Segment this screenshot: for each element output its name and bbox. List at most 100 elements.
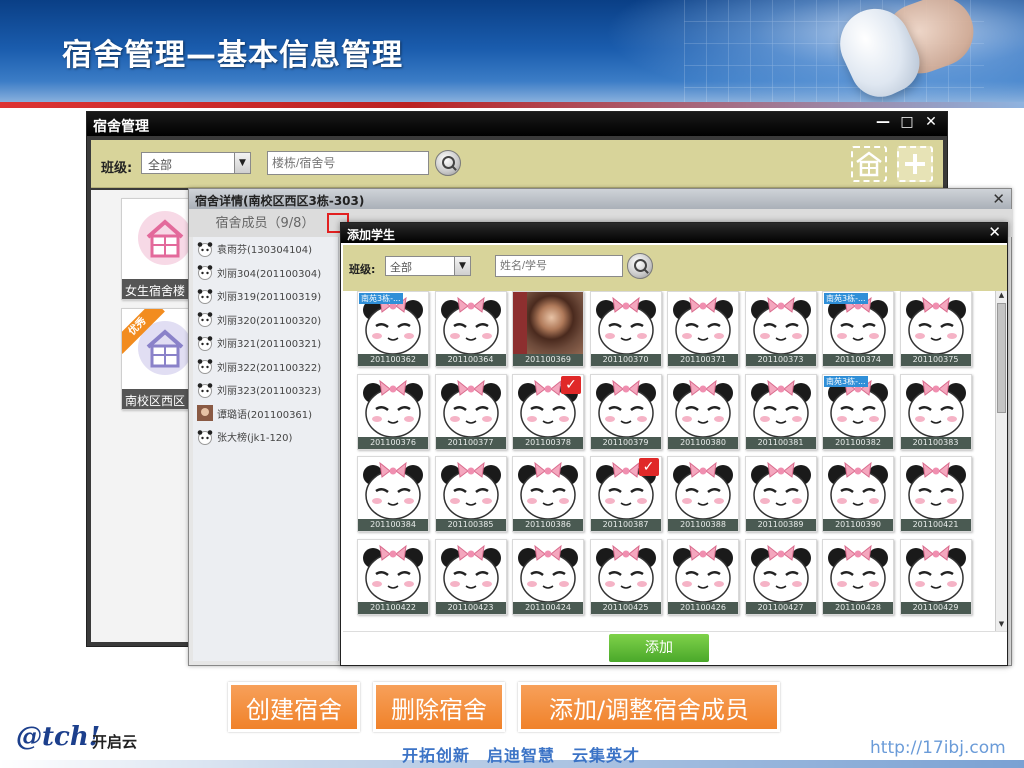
close-icon[interactable]: ✕: [988, 223, 1001, 241]
student-id: 201100427: [745, 601, 816, 614]
student-card[interactable]: 201100386: [512, 456, 584, 532]
grid-scrollbar[interactable]: ▲ ▼: [995, 291, 1007, 631]
student-card[interactable]: 201100387 ✓: [589, 456, 662, 532]
panda-avatar-icon: [673, 461, 733, 520]
student-card[interactable]: 201100379: [589, 373, 662, 450]
student-id: 201100429: [900, 601, 971, 614]
student-id: 201100428: [823, 601, 893, 614]
avatar-icon: [197, 335, 213, 351]
checkmark-icon[interactable]: ✓: [638, 458, 659, 476]
dorm-tag: 南苑3栋-...: [824, 375, 868, 387]
student-card[interactable]: 201100381: [744, 373, 817, 450]
panda-avatar-icon: [750, 461, 811, 520]
close-icon[interactable]: ✕: [992, 190, 1005, 208]
create-dorm-button[interactable]: 创建宿舍: [228, 682, 360, 732]
dorm-tag: 南苑3栋-...: [824, 293, 868, 304]
member-item[interactable]: 刘丽323(201100323): [193, 378, 338, 402]
window-titlebar: 宿舍管理 — □ ✕: [87, 112, 947, 136]
panda-avatar-icon: [595, 379, 656, 438]
student-id: 201100378: [513, 436, 583, 449]
class-select[interactable]: 全部 ▼: [385, 256, 471, 276]
maximize-icon[interactable]: □: [897, 115, 917, 131]
panda-avatar-icon: [750, 544, 811, 603]
minimize-icon[interactable]: —: [873, 115, 893, 131]
student-card[interactable]: 201100425: [589, 538, 662, 615]
student-card[interactable]: 201100375: [899, 291, 972, 367]
adjust-members-button[interactable]: 添加/调整宿舍成员: [518, 682, 780, 732]
student-card[interactable]: 201100377: [434, 373, 507, 450]
student-card[interactable]: 201100371: [667, 291, 739, 367]
student-card[interactable]: 201100382 南苑3栋-...: [822, 373, 894, 450]
student-card[interactable]: 201100427: [744, 538, 817, 615]
building-search-input[interactable]: [267, 151, 429, 175]
student-card[interactable]: 201100370: [589, 291, 662, 367]
member-label: 张大榜(jk1-120): [217, 433, 293, 445]
dorm-tag: 南苑3栋-...: [359, 293, 403, 304]
panda-avatar-icon: [363, 461, 423, 520]
panda-avatar-icon: [440, 544, 501, 603]
search-icon[interactable]: [435, 150, 461, 176]
student-grid: 201100362 南苑3栋-... 201100364 201100369 20110…: [343, 291, 995, 631]
student-card[interactable]: 201100383: [899, 373, 972, 450]
checkmark-icon[interactable]: ✓: [561, 375, 581, 394]
student-card[interactable]: 201100424: [512, 538, 584, 615]
student-id: 201100381: [745, 436, 816, 449]
student-card[interactable]: 201100369: [512, 291, 584, 367]
dorm-building-icon[interactable]: [851, 146, 887, 182]
student-card[interactable]: 201100385: [434, 456, 507, 532]
member-item[interactable]: 刘丽319(201100319): [193, 284, 338, 308]
student-id: 201100369: [513, 354, 583, 366]
student-card[interactable]: 201100428: [822, 538, 894, 615]
panda-avatar-icon: [750, 296, 811, 355]
student-card[interactable]: 201100378 ✓: [512, 373, 584, 450]
student-card[interactable]: 201100376: [357, 373, 429, 450]
avatar-icon: [197, 312, 213, 328]
student-card[interactable]: 201100390: [822, 456, 894, 532]
member-label: 刘丽319(201100319): [217, 292, 322, 304]
close-icon[interactable]: ✕: [921, 115, 941, 131]
member-item[interactable]: 刘丽320(201100320): [193, 308, 338, 332]
search-icon[interactable]: [627, 253, 653, 279]
student-id: 201100374: [823, 354, 893, 366]
student-card[interactable]: 201100373: [744, 291, 817, 367]
student-card[interactable]: 201100421: [899, 456, 972, 532]
tab-members[interactable]: 宿舍成员（9/8）: [195, 211, 335, 237]
student-card[interactable]: 201100380: [667, 373, 739, 450]
student-card[interactable]: 201100388: [667, 456, 739, 532]
student-card[interactable]: 201100429: [899, 538, 972, 615]
banner-stripe: [0, 102, 1024, 108]
member-item[interactable]: 袁雨芬(130304104): [193, 237, 338, 261]
student-card[interactable]: 201100384: [357, 456, 429, 532]
detail-title: 宿舍详情(南校区西区3栋-303): [195, 194, 365, 208]
class-label: 班级:: [349, 263, 376, 276]
member-item[interactable]: 谭璐语(201100361): [193, 402, 338, 426]
student-card[interactable]: 201100364: [434, 291, 507, 367]
student-search-input[interactable]: [495, 255, 623, 277]
member-label: 刘丽323(201100323): [217, 386, 322, 398]
panda-avatar-icon: [595, 296, 656, 355]
panda-avatar-icon: [440, 461, 501, 520]
catch-logo: @tch!: [16, 722, 100, 752]
student-card[interactable]: 201100389: [744, 456, 817, 532]
member-label: 刘丽320(201100320): [217, 315, 322, 327]
student-card[interactable]: 201100423: [434, 538, 507, 615]
member-item[interactable]: 刘丽322(201100322): [193, 355, 338, 379]
member-item[interactable]: 刘丽321(201100321): [193, 331, 338, 355]
scroll-down-icon[interactable]: ▼: [996, 620, 1007, 631]
student-card[interactable]: 201100362 南苑3栋-...: [357, 291, 429, 367]
student-id: 201100371: [668, 354, 738, 366]
member-item[interactable]: 张大榜(jk1-120): [193, 425, 338, 449]
student-card[interactable]: 201100422: [357, 538, 429, 615]
avatar-icon: [197, 265, 213, 281]
panda-avatar-icon: [518, 461, 578, 520]
add-icon[interactable]: [897, 146, 933, 182]
add-button[interactable]: 添加: [609, 634, 709, 662]
student-card[interactable]: 201100374 南苑3栋-...: [822, 291, 894, 367]
member-item[interactable]: 刘丽304(201100304): [193, 261, 338, 285]
class-select[interactable]: 全部 ▼: [141, 152, 251, 174]
student-card[interactable]: 201100426: [667, 538, 739, 615]
panda-avatar-icon: [363, 544, 423, 603]
scroll-up-icon[interactable]: ▲: [996, 291, 1007, 302]
delete-dorm-button[interactable]: 删除宿舍: [373, 682, 505, 732]
scroll-thumb[interactable]: [997, 303, 1006, 413]
